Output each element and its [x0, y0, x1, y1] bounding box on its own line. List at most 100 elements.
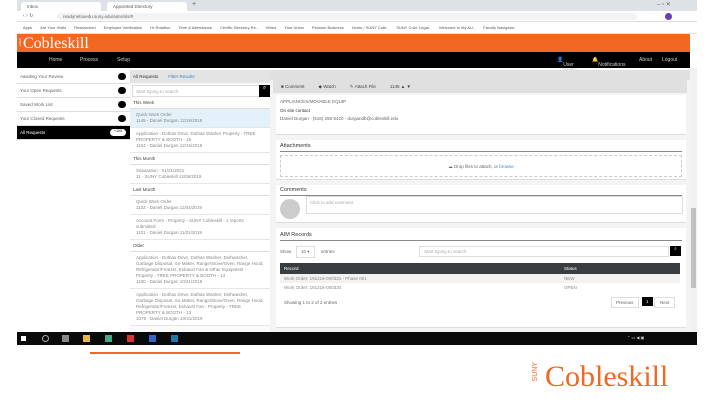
list-item-sub: 1102 - Daniel Durgan 11/04/2019	[136, 205, 202, 210]
count-badge	[118, 73, 126, 80]
table-row[interactable]: Work Order: 191216-000331 - Phase 001 NEW	[280, 274, 680, 283]
list-item-sub2: Refrigerator/Freezer, Exhaust Fan - Prop…	[136, 304, 241, 315]
bookmark[interactable]: Apps	[23, 25, 32, 30]
list-search-input[interactable]: Start typing to search ⌕	[132, 85, 270, 97]
browse-link[interactable]: browse	[499, 164, 514, 169]
table-info: Showing 1 to 2 of 2 entries	[284, 300, 338, 305]
detail-value: APPLIANCES/MOVABLE EQUIP	[280, 99, 347, 104]
nav-logout[interactable]: Logout	[662, 57, 677, 63]
avatar	[280, 199, 300, 219]
page-button[interactable]: 1	[642, 297, 653, 306]
nav-notifications[interactable]: 🔔 Notifications	[592, 57, 625, 68]
bookmark[interactable]: Home / SUNY Cobl..	[352, 25, 389, 30]
list-item[interactable]: Account Form - Property - SUNY Cobleskil…	[130, 215, 270, 240]
outlook-icon[interactable]	[171, 335, 178, 342]
record-id: 1145	[389, 84, 400, 89]
sidebar-item-awaiting[interactable]: Awaiting Your Review	[17, 70, 130, 84]
file-explorer-icon[interactable]	[83, 335, 90, 342]
attach-file-button[interactable]: ✎ Attach File	[350, 84, 376, 89]
table-row[interactable]: Work Order: 191216-000334 OPEN	[280, 283, 680, 292]
bookmark[interactable]: Hr Rotation	[150, 25, 170, 30]
window-controls[interactable]: – ▫ ✕	[657, 1, 671, 8]
logo-suny: SUNY	[18, 38, 22, 47]
detail-card: APPLIANCES/MOVABLE EQUIP On site contact…	[276, 95, 686, 135]
count-badge	[118, 101, 126, 108]
nav-home[interactable]: Home	[49, 57, 62, 63]
list-tabs: All Requests Filter Results	[130, 70, 270, 83]
request-sidebar: Awaiting Your Review Your Open Requests …	[17, 70, 130, 140]
bookmark[interactable]: Faculty Navigator..	[483, 25, 516, 30]
sidebar-item-open[interactable]: Your Open Requests	[17, 84, 130, 98]
table-controls: Show 10 ▾ entries Start typing to search…	[276, 241, 686, 263]
browser-window: Inbox Appointed Directory + – ▫ ✕ ‹ › ↻ …	[17, 0, 697, 345]
sidebar-item-saved[interactable]: Saved Work List	[17, 98, 130, 112]
chrome-icon[interactable]	[127, 335, 134, 342]
nav-about[interactable]: About	[639, 57, 652, 63]
bookmark[interactable]: Are Your Visits	[40, 25, 66, 30]
bookmark[interactable]: Researched	[74, 25, 96, 30]
record-nav[interactable]: 1145 ▲ ▼	[390, 84, 411, 89]
site-header: SUNY Cobleskill	[17, 34, 690, 52]
bookmark[interactable]: Time & Attendance	[178, 25, 212, 30]
bookmark[interactable]: Your Union	[284, 25, 304, 30]
sidebar-item-closed[interactable]: Your Closed Requests	[17, 112, 130, 126]
sidebar-item-all[interactable]: All Requests +100	[17, 126, 130, 140]
bookmark[interactable]: Pension Business	[312, 25, 344, 30]
url-input[interactable]: readynetsuedu.suny.edu/aims/sls/#	[57, 13, 637, 20]
bookmark[interactable]: Employee Verification	[104, 25, 142, 30]
comment-button[interactable]: ■ Comment	[281, 84, 304, 89]
bookmark[interactable]: Certific Directory Re..	[220, 25, 258, 30]
next-button[interactable]: Next	[654, 297, 676, 308]
tab-inbox[interactable]: Inbox	[21, 2, 101, 11]
previous-button[interactable]: Previous	[611, 297, 639, 308]
search-icon[interactable]	[42, 335, 49, 342]
list-item[interactable]: Quick Work Order 1145 - Daniel Durgan 12/…	[130, 109, 270, 128]
nav-arrows-icon[interactable]: ‹ › ↻	[23, 13, 33, 19]
word-icon[interactable]	[149, 335, 156, 342]
list-item-sub2: Refrigerator/Freezer, Exhaust Fan & Othe…	[136, 267, 247, 278]
attachments-section: Attachments ☁ Drop files to attach, or b…	[276, 140, 686, 180]
system-tray[interactable]: ⌃ ▭ ◀ ▣	[627, 335, 644, 340]
nav-user-profile[interactable]: 👤 User Profile	[557, 57, 577, 74]
comment-input[interactable]: Click to add comment	[306, 196, 683, 214]
nav-setup[interactable]: Setup	[117, 57, 130, 63]
page-scrollbar[interactable]	[690, 68, 697, 332]
tab-filter-results[interactable]: Filter Results	[168, 74, 194, 79]
record-cell: Work Order: 191216-000331 - Phase 001	[280, 274, 560, 283]
bookmark[interactable]: SUNY Cobl. Legal..	[396, 25, 431, 30]
count-badge: +100	[110, 129, 126, 136]
bookmark[interactable]: Wires	[266, 25, 276, 30]
column-header[interactable]: Status	[560, 263, 680, 274]
start-icon[interactable]	[21, 336, 26, 341]
scrollbar-thumb[interactable]	[691, 208, 696, 288]
tab-directory[interactable]: Appointed Directory	[107, 2, 187, 11]
aim-search-input[interactable]: Start typing to search	[419, 246, 669, 257]
profile-avatar[interactable]	[665, 13, 672, 20]
entries-select[interactable]: 10 ▾	[296, 246, 315, 258]
bookmark[interactable]: Welcome to My AU..	[439, 25, 475, 30]
bookmarks-bar: Apps Are Your Visits Researched Employee Ve…	[17, 22, 697, 34]
tab-all-requests[interactable]: All Requests	[133, 74, 158, 79]
watch-button[interactable]: ◆ Watch	[318, 84, 335, 89]
search-icon[interactable]: ⌕	[670, 246, 681, 256]
contact-label: On site contact	[280, 108, 311, 113]
list-group-header: This Week	[130, 97, 270, 109]
main-nav: Home Process Setup 👤 User Profile 🔔 Noti…	[17, 52, 690, 74]
nav-process[interactable]: Process	[80, 57, 98, 63]
list-item[interactable]: Separation - 01/21/2021 11 - SUNY Coblesk…	[130, 165, 270, 184]
button-label: Attach File	[354, 84, 376, 89]
sidebar-label: Your Closed Requests	[20, 116, 65, 121]
search-placeholder: Start typing to search	[136, 89, 179, 94]
file-dropzone[interactable]: ☁ Drop files to attach, or browse	[280, 155, 682, 177]
list-item[interactable]: Application - Dothas Drive, Dothas Washe…	[130, 252, 270, 289]
list-item[interactable]: Application - Dothas Drive, Dothas Washe…	[130, 289, 270, 326]
store-icon[interactable]	[105, 335, 112, 342]
list-item[interactable]: Quick Work Order 1102 - Daniel Durgan 11/…	[130, 196, 270, 215]
task-view-icon[interactable]	[62, 335, 69, 342]
new-tab-icon[interactable]: +	[192, 1, 196, 8]
column-header[interactable]: Record	[280, 263, 560, 274]
site-logo[interactable]: Cobleskill	[23, 35, 89, 53]
entries-label: entries	[321, 249, 335, 254]
list-item[interactable]: Application - Dothas Drive, Dothas Washe…	[130, 128, 270, 153]
search-icon[interactable]: ⌕	[259, 85, 270, 97]
